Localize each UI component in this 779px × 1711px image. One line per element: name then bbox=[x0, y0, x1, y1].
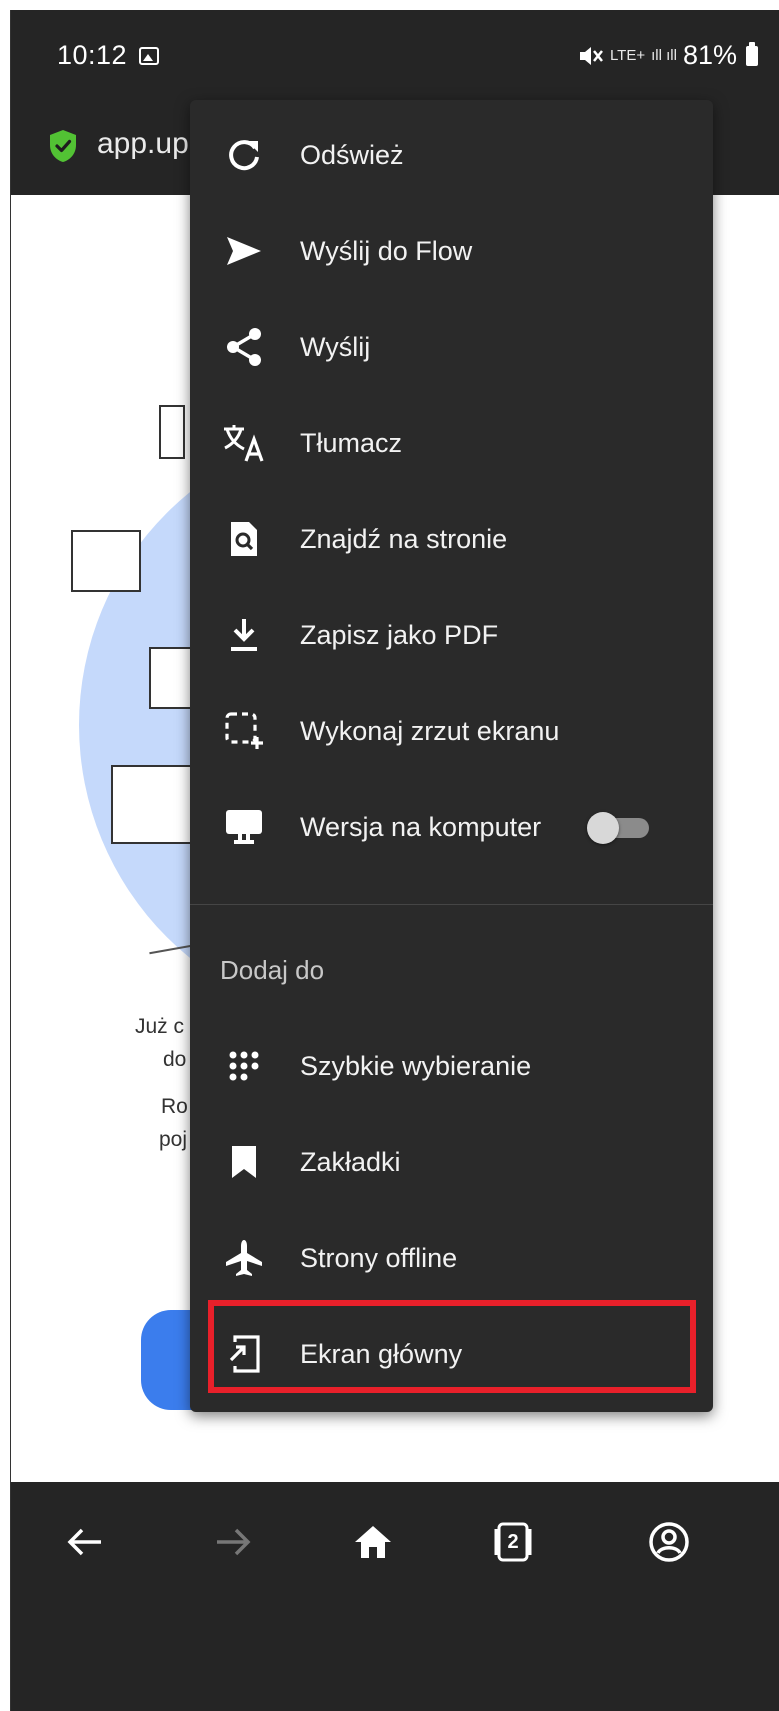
frame-top bbox=[0, 0, 779, 10]
menu-label-desktop-version: Wersja na komputer bbox=[300, 811, 542, 842]
back-button[interactable] bbox=[55, 1512, 115, 1572]
menu-label-refresh: Odśwież bbox=[300, 139, 404, 170]
menu-item-speed-dial[interactable]: Szybkie wybieranie bbox=[190, 1018, 713, 1114]
menu-item-screenshot[interactable]: Wykonaj zrzut ekranu bbox=[190, 683, 713, 779]
signal-bars: ıll ıll bbox=[651, 47, 677, 64]
menu-label-find-in-page: Znajdź na stronie bbox=[300, 523, 508, 554]
status-indicators: LTE+ ıll ıll 81% bbox=[578, 40, 758, 71]
translate-icon bbox=[222, 421, 266, 465]
profile-button[interactable] bbox=[639, 1512, 699, 1572]
menu-label-bookmarks: Zakładki bbox=[300, 1146, 401, 1177]
page-text-line1: Już c bbox=[135, 1015, 185, 1038]
menu-label-send-to-flow: Wyślij do Flow bbox=[300, 235, 473, 266]
find-in-page-icon bbox=[222, 517, 266, 561]
airplane-icon bbox=[222, 1236, 266, 1280]
desktop-version-toggle[interactable] bbox=[587, 812, 651, 844]
screenshot-icon bbox=[222, 709, 266, 753]
battery-icon bbox=[746, 41, 758, 66]
highlight-box bbox=[208, 1300, 696, 1393]
url-text[interactable]: app.up bbox=[97, 127, 189, 161]
network-type: LTE+ bbox=[609, 47, 646, 64]
phone-screen: 10:12 LTE+ ıll ıll 81% app.up Już c do R… bbox=[10, 10, 779, 1711]
menu-item-save-pdf[interactable]: Zapisz jako PDF bbox=[190, 587, 713, 683]
page-text-line2: do bbox=[163, 1048, 187, 1071]
share-icon bbox=[222, 325, 266, 369]
download-icon bbox=[222, 613, 266, 657]
forward-button[interactable] bbox=[203, 1512, 263, 1572]
status-bar: 10:12 LTE+ ıll ıll 81% bbox=[11, 10, 779, 105]
menu-label-speed-dial: Szybkie wybieranie bbox=[300, 1050, 532, 1081]
menu-item-refresh[interactable]: Odśwież bbox=[190, 107, 713, 203]
menu-item-desktop-version[interactable]: Wersja na komputer bbox=[190, 779, 713, 875]
menu-item-find-in-page[interactable]: Znajdź na stronie bbox=[190, 491, 713, 587]
status-time: 10:12 bbox=[57, 40, 128, 70]
pencil-illustration bbox=[159, 405, 185, 459]
mute-icon bbox=[579, 46, 603, 65]
ruler-illustration bbox=[71, 530, 141, 592]
browser-menu: Odśwież Wyślij do Flow Wyślij Tłumacz Zn… bbox=[190, 100, 713, 1412]
menu-label-share: Wyślij bbox=[300, 331, 371, 362]
account-icon bbox=[649, 1522, 689, 1562]
home-icon bbox=[355, 1526, 391, 1558]
bottom-nav: 2 bbox=[11, 1482, 779, 1711]
bookmark-icon bbox=[222, 1140, 266, 1184]
menu-label-save-pdf: Zapisz jako PDF bbox=[300, 619, 499, 650]
image-notification-icon bbox=[139, 47, 159, 65]
arrow-left-icon bbox=[67, 1528, 101, 1556]
tabs-count: 2 bbox=[507, 1530, 519, 1553]
speed-dial-icon bbox=[222, 1044, 266, 1088]
menu-item-offline-pages[interactable]: Strony offline bbox=[190, 1210, 713, 1306]
arrow-right-icon bbox=[217, 1528, 251, 1556]
menu-label-screenshot: Wykonaj zrzut ekranu bbox=[300, 715, 560, 746]
menu-item-bookmarks[interactable]: Zakładki bbox=[190, 1114, 713, 1210]
send-icon bbox=[222, 229, 266, 273]
frame-left bbox=[0, 0, 10, 1711]
menu-label-offline-pages: Strony offline bbox=[300, 1242, 458, 1273]
tabs-button[interactable]: 2 bbox=[483, 1512, 543, 1572]
home-button[interactable] bbox=[343, 1512, 403, 1572]
menu-item-translate[interactable]: Tłumacz bbox=[190, 395, 713, 491]
battery-percent: 81% bbox=[682, 40, 737, 70]
page-text-line4: poj bbox=[159, 1128, 188, 1151]
menu-label-translate: Tłumacz bbox=[300, 427, 403, 458]
toggle-thumb bbox=[587, 812, 619, 844]
page-text-line3: Ro bbox=[161, 1095, 188, 1118]
desktop-icon bbox=[222, 805, 266, 849]
refresh-icon bbox=[222, 133, 266, 177]
menu-section-title: Dodaj do bbox=[220, 955, 325, 985]
shield-check-icon bbox=[50, 130, 76, 162]
menu-item-share[interactable]: Wyślij bbox=[190, 299, 713, 395]
menu-item-send-to-flow[interactable]: Wyślij do Flow bbox=[190, 203, 713, 299]
menu-divider bbox=[190, 904, 713, 905]
